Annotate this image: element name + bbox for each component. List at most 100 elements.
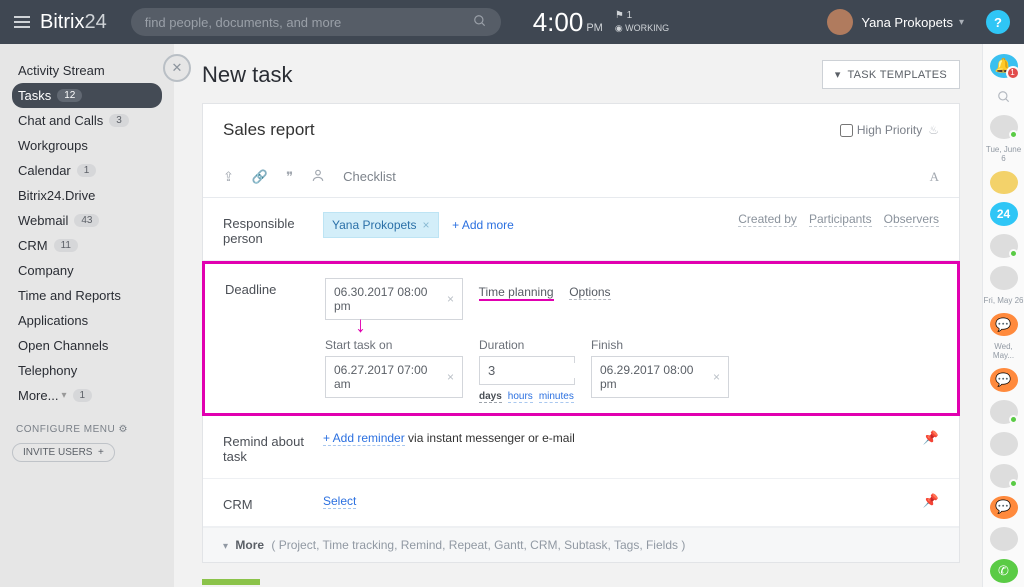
- task-templates-button[interactable]: ▾ TASK TEMPLATES: [822, 60, 960, 89]
- rail-date: Tue, June 6: [983, 145, 1024, 163]
- rail-avatar[interactable]: [990, 527, 1018, 551]
- options-link[interactable]: Options: [569, 285, 610, 300]
- clear-icon[interactable]: ×: [447, 370, 454, 384]
- rail-avatar[interactable]: [990, 115, 1018, 139]
- high-priority-toggle[interactable]: High Priority ♨: [840, 123, 939, 137]
- save-button[interactable]: [202, 579, 260, 585]
- rail-date: Fri, May 26: [983, 296, 1023, 305]
- mention-icon[interactable]: [311, 168, 325, 185]
- remind-row: Remind about task + Add reminder via ins…: [203, 416, 959, 479]
- clear-icon[interactable]: ×: [713, 370, 720, 384]
- invite-users-button[interactable]: INVITE USERS +: [12, 443, 115, 462]
- task-title-input[interactable]: Sales report: [223, 120, 315, 140]
- rail-chat-icon[interactable]: 💬: [990, 368, 1018, 392]
- high-priority-checkbox[interactable]: [840, 124, 853, 137]
- rail-avatar[interactable]: [990, 266, 1018, 290]
- search-icon[interactable]: [473, 14, 487, 31]
- user-menu[interactable]: Yana Prokopets ▾ ?: [827, 9, 1010, 35]
- main-panel: New task ▾ TASK TEMPLATES Sales report H…: [174, 44, 982, 587]
- rail-search-icon[interactable]: [997, 90, 1011, 107]
- left-sidebar: ✕ Activity Stream Tasks12 Chat and Calls…: [0, 44, 174, 587]
- remind-label: Remind about task: [223, 430, 323, 464]
- rail-chat-icon[interactable]: 💬: [990, 496, 1018, 520]
- nav-drive[interactable]: Bitrix24.Drive: [12, 183, 162, 208]
- crm-row: CRM Select 📌: [203, 479, 959, 527]
- sidebar-nav: Activity Stream Tasks12 Chat and Calls3 …: [0, 56, 174, 410]
- caret-down-icon: ▾: [959, 17, 964, 28]
- nav-crm[interactable]: CRM11: [12, 233, 162, 258]
- right-rail: 🔔1 Tue, June 6 24 Fri, May 26 💬 Wed, May…: [982, 44, 1024, 587]
- participants-link[interactable]: Participants: [809, 212, 872, 227]
- editor-toolbar: ⇪ 🔗 ❞ Checklist A: [203, 166, 959, 197]
- nav-telephony[interactable]: Telephony: [12, 358, 162, 383]
- rail-call-icon[interactable]: ✆: [990, 559, 1018, 583]
- link-icon[interactable]: 🔗: [252, 169, 268, 185]
- text-format-button[interactable]: A: [930, 169, 939, 185]
- nav-activity-stream[interactable]: Activity Stream: [12, 58, 162, 83]
- nav-webmail[interactable]: Webmail43: [12, 208, 162, 233]
- collapse-sidebar-button[interactable]: ✕: [163, 54, 191, 82]
- time-planning-highlight: Deadline 06.30.2017 08:00 pm× Time plann…: [202, 261, 960, 416]
- nav-chat[interactable]: Chat and Calls3: [12, 108, 162, 133]
- work-status[interactable]: ⚑ 1 ◉ WORKING: [615, 10, 669, 34]
- nav-more[interactable]: More...▾1: [12, 383, 162, 408]
- crm-select-link[interactable]: Select: [323, 494, 356, 509]
- time-planning-link[interactable]: Time planning: [479, 285, 554, 301]
- more-row[interactable]: ▾ More ( Project, Time tracking, Remind,…: [203, 527, 959, 562]
- responsible-chip[interactable]: Yana Prokopets×: [323, 212, 439, 238]
- clear-icon[interactable]: ×: [447, 292, 454, 306]
- pin-icon[interactable]: 📌: [923, 493, 939, 509]
- nav-calendar[interactable]: Calendar1: [12, 158, 162, 183]
- unit-hours[interactable]: hours: [508, 391, 533, 403]
- duration-units: days hours minutes: [479, 391, 575, 403]
- pin-icon[interactable]: 📌: [923, 430, 939, 446]
- nav-applications[interactable]: Applications: [12, 308, 162, 333]
- rail-b24-icon[interactable]: 24: [990, 202, 1018, 226]
- help-button[interactable]: ?: [986, 10, 1010, 34]
- add-more-responsible[interactable]: + Add more: [452, 218, 514, 232]
- nav-time-reports[interactable]: Time and Reports: [12, 283, 162, 308]
- observers-link[interactable]: Observers: [884, 212, 939, 227]
- duration-input[interactable]: [479, 356, 575, 385]
- clock-widget[interactable]: 4:00PM: [533, 7, 603, 38]
- responsible-row: Responsible person Yana Prokopets× + Add…: [203, 198, 959, 261]
- rail-avatar[interactable]: [990, 432, 1018, 456]
- configure-menu-link[interactable]: CONFIGURE MENU ⚙: [0, 410, 174, 435]
- crm-label: CRM: [223, 493, 323, 512]
- rail-avatar[interactable]: [990, 464, 1018, 488]
- chip-remove-icon[interactable]: ×: [423, 218, 430, 232]
- finish-input[interactable]: 06.29.2017 08:00 pm×: [591, 356, 729, 398]
- deadline-label: Deadline: [225, 278, 325, 334]
- notifications-button[interactable]: 🔔1: [990, 54, 1018, 78]
- unit-days[interactable]: days: [479, 391, 502, 403]
- nav-company[interactable]: Company: [12, 258, 162, 283]
- rail-avatar[interactable]: [990, 171, 1018, 195]
- nav-tasks[interactable]: Tasks12: [12, 83, 162, 108]
- global-search[interactable]: [131, 8, 501, 36]
- rail-date: Wed, May...: [983, 342, 1024, 360]
- user-name: Yana Prokopets: [861, 15, 953, 30]
- upload-icon[interactable]: ⇪: [223, 169, 234, 185]
- add-reminder-link[interactable]: + Add reminder: [323, 431, 405, 446]
- checklist-button[interactable]: Checklist: [343, 169, 396, 184]
- flame-icon: ♨: [928, 123, 939, 137]
- finish-label: Finish: [591, 338, 729, 352]
- created-by-link[interactable]: Created by: [738, 212, 797, 227]
- search-input[interactable]: [145, 15, 473, 30]
- app-logo[interactable]: Bitrix24: [40, 11, 107, 34]
- remind-via-text: via instant messenger or e-mail: [405, 431, 575, 445]
- chevron-down-icon: ▾: [223, 541, 228, 552]
- nav-open-channels[interactable]: Open Channels: [12, 333, 162, 358]
- start-input[interactable]: 06.27.2017 07:00 am×: [325, 356, 463, 398]
- task-card: Sales report High Priority ♨ ⇪ 🔗 ❞ Check…: [202, 103, 960, 563]
- rail-avatar[interactable]: [990, 400, 1018, 424]
- quote-icon[interactable]: ❞: [286, 169, 293, 185]
- rail-chat-icon[interactable]: 💬: [990, 313, 1018, 337]
- deadline-input[interactable]: 06.30.2017 08:00 pm×: [325, 278, 463, 320]
- user-avatar: [827, 9, 853, 35]
- nav-workgroups[interactable]: Workgroups: [12, 133, 162, 158]
- rail-avatar[interactable]: [990, 234, 1018, 258]
- hamburger-icon[interactable]: [14, 13, 30, 31]
- unit-minutes[interactable]: minutes: [539, 391, 574, 403]
- annotation-arrow: ↓: [355, 318, 937, 332]
